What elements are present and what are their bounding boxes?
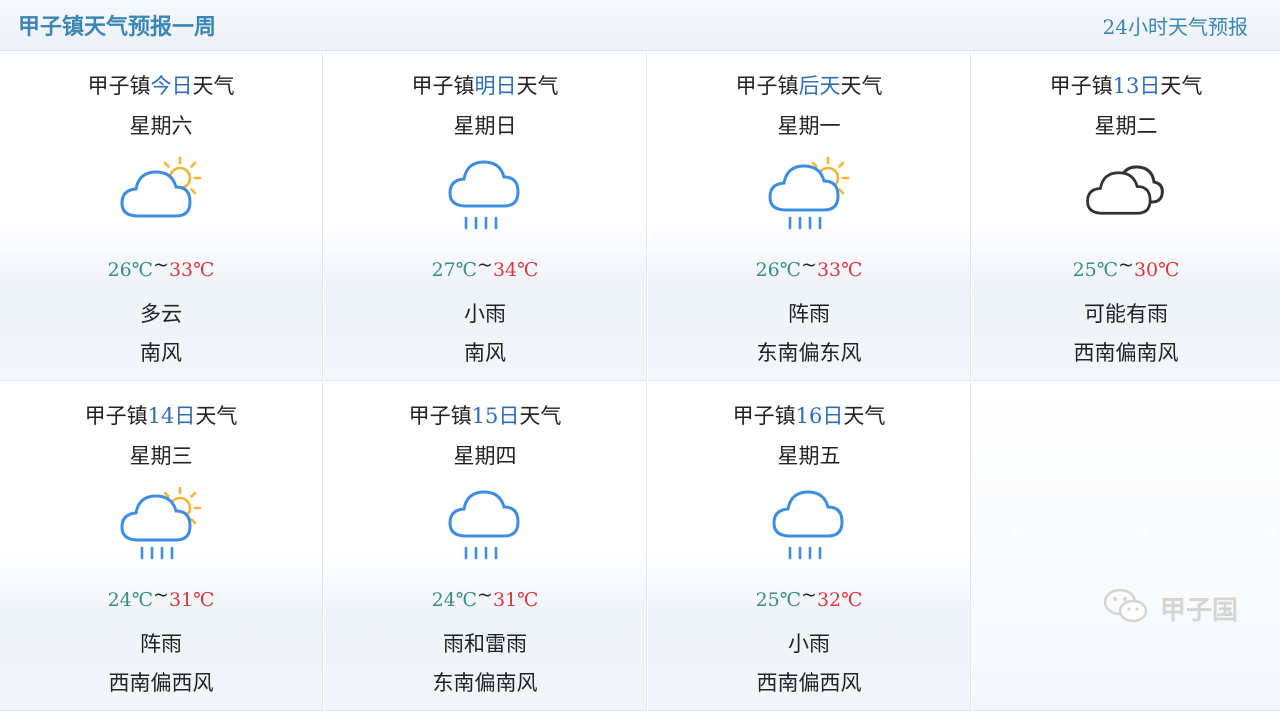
high-temp: 33℃ [816, 259, 863, 281]
temperature-range: 25℃~32℃ [755, 584, 863, 611]
temperature-range: 25℃~30℃ [1072, 254, 1180, 281]
rain-icon [764, 480, 854, 560]
day-label: 14日 [147, 404, 196, 428]
forecast-day-card: 甲子镇今日天气 星期六 26℃~33℃ 多云 南风 [0, 52, 323, 381]
day-title: 甲子镇15日天气 [408, 404, 562, 428]
low-temp: 26℃ [755, 259, 802, 281]
weekday: 星期四 [453, 444, 517, 468]
weekday: 星期三 [129, 444, 193, 468]
temperature-range: 26℃~33℃ [755, 254, 863, 281]
high-temp: 31℃ [492, 589, 539, 611]
weekday: 星期五 [777, 444, 841, 468]
day-label: 16日 [795, 404, 844, 428]
day-title: 甲子镇明日天气 [411, 74, 559, 98]
weekday: 星期二 [1094, 114, 1158, 138]
weather-condition: 多云 [140, 302, 182, 326]
wind-direction: 西南偏南风 [1073, 341, 1179, 365]
high-temp: 34℃ [492, 259, 539, 281]
temperature-range: 24℃~31℃ [431, 584, 539, 611]
wechat-icon [1102, 586, 1150, 630]
weekday: 星期一 [777, 114, 841, 138]
sun-shower-icon [116, 480, 206, 560]
temperature-range: 27℃~34℃ [431, 254, 539, 281]
sun-shower-icon [764, 150, 854, 230]
watermark: 甲子国 [1102, 588, 1238, 628]
high-temp: 30℃ [1133, 259, 1180, 281]
forecast-day-card: 甲子镇后天天气 星期一 26℃~33℃ 阵雨 东南偏东风 [648, 52, 971, 381]
wind-direction: 南风 [464, 341, 506, 365]
weather-condition: 小雨 [788, 632, 830, 656]
cloudy-icon [1082, 150, 1172, 230]
wind-direction: 南风 [140, 341, 182, 365]
day-label: 15日 [471, 404, 520, 428]
low-temp: 24℃ [431, 589, 478, 611]
wind-direction: 西南偏西风 [756, 671, 862, 695]
low-temp: 24℃ [107, 589, 154, 611]
day-title: 甲子镇今日天气 [87, 74, 235, 98]
day-label: 明日 [474, 74, 517, 98]
weather-condition: 可能有雨 [1084, 302, 1168, 326]
forecast-day-card: 甲子镇13日天气 星期二 25℃~30℃ 可能有雨 西南偏南风 [972, 52, 1280, 381]
watermark-text: 甲子国 [1159, 595, 1238, 626]
day-label: 13日 [1112, 74, 1161, 98]
day-title: 甲子镇后天天气 [735, 74, 883, 98]
rain-icon [440, 480, 530, 560]
day-label: 今日 [150, 74, 193, 98]
temperature-range: 24℃~31℃ [107, 584, 215, 611]
day-title: 甲子镇14日天气 [84, 404, 238, 428]
forecast-day-card: 甲子镇明日天气 星期日 27℃~34℃ 小雨 南风 [324, 52, 647, 381]
wind-direction: 东南偏南风 [432, 671, 538, 695]
partly-cloudy-icon [116, 150, 206, 230]
day-title: 甲子镇13日天气 [1049, 74, 1203, 98]
day-label: 后天 [798, 74, 841, 98]
low-temp: 25℃ [755, 589, 802, 611]
low-temp: 26℃ [107, 259, 154, 281]
forecast-day-card: 甲子镇14日天气 星期三 24℃~31℃ 阵雨 西南偏西风 [0, 382, 323, 711]
high-temp: 31℃ [168, 589, 215, 611]
weather-condition: 雨和雷雨 [443, 632, 527, 656]
wind-direction: 东南偏东风 [756, 341, 862, 365]
page-header: 甲子镇天气预报一周 24小时天气预报 [0, 0, 1280, 51]
forecast-day-card: 甲子镇15日天气 星期四 24℃~31℃ 雨和雷雨 东南偏南风 [324, 382, 647, 711]
weekday: 星期日 [453, 114, 517, 138]
low-temp: 27℃ [431, 259, 478, 281]
low-temp: 25℃ [1072, 259, 1119, 281]
temperature-range: 26℃~33℃ [107, 254, 215, 281]
wind-direction: 西南偏西风 [108, 671, 214, 695]
weather-condition: 阵雨 [140, 632, 182, 656]
day-title: 甲子镇16日天气 [732, 404, 886, 428]
high-temp: 32℃ [816, 589, 863, 611]
weekly-forecast-grid: 甲子镇今日天气 星期六 26℃~33℃ 多云 南风 甲子镇明日天气 星期日 27… [0, 52, 1280, 713]
rain-icon [440, 150, 530, 230]
weather-condition: 小雨 [464, 302, 506, 326]
high-temp: 33℃ [168, 259, 215, 281]
forecast-day-card: 甲子镇16日天气 星期五 25℃~32℃ 小雨 西南偏西风 [648, 382, 971, 711]
page-title: 甲子镇天气预报一周 [18, 14, 217, 40]
empty-card [972, 382, 1280, 711]
weekday: 星期六 [129, 114, 193, 138]
weather-condition: 阵雨 [788, 302, 830, 326]
24h-forecast-link[interactable]: 24小时天气预报 [1103, 11, 1248, 40]
